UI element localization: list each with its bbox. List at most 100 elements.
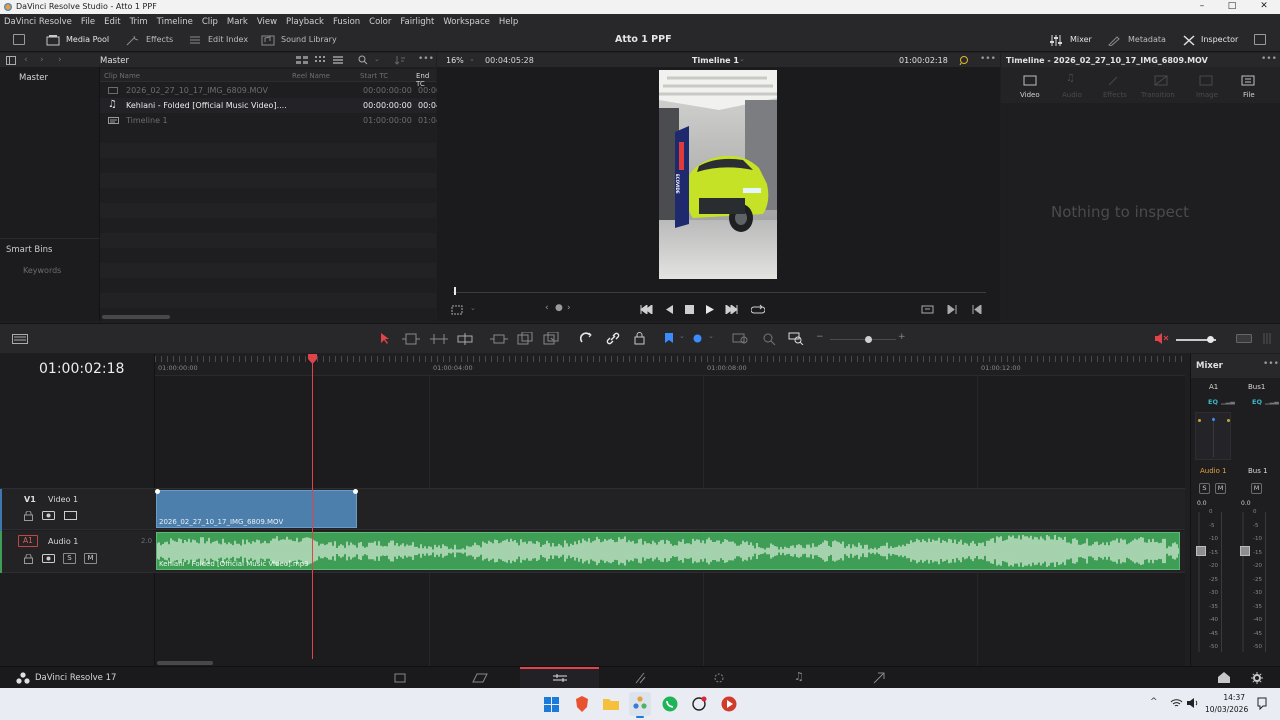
channel-fader-handle[interactable] xyxy=(1196,546,1206,556)
match-frame-icon[interactable] xyxy=(921,305,934,314)
mark-out-icon[interactable] xyxy=(947,305,957,314)
list-view-icon[interactable] xyxy=(333,56,343,65)
timeline-scrollbar[interactable] xyxy=(157,661,213,665)
sound-library-button[interactable]: Sound Library xyxy=(281,35,337,44)
mute-button[interactable]: M xyxy=(84,553,97,564)
maximize-button[interactable]: □ xyxy=(1222,1,1242,11)
home-icon[interactable] xyxy=(1218,672,1230,683)
inspector-button[interactable]: Inspector xyxy=(1201,35,1238,44)
chatgpt-icon[interactable] xyxy=(691,696,707,712)
play-reverse-icon[interactable] xyxy=(666,305,674,314)
clock-time[interactable]: 14:37 xyxy=(1207,693,1245,702)
frame-dot-icon[interactable]: ● xyxy=(555,303,563,313)
forward-arrow-icon[interactable]: › xyxy=(40,55,44,65)
eq-button[interactable]: EQ xyxy=(1208,398,1218,406)
clip-row[interactable]: 2026_02_27_10_17_IMG_6809.MOV 00:00:00:0… xyxy=(100,83,441,98)
menu-fusion[interactable]: Fusion xyxy=(333,17,360,27)
auto-track-select-icon[interactable] xyxy=(42,554,55,563)
settings-gear-icon[interactable] xyxy=(1251,672,1263,684)
video-clip[interactable]: 2026_02_27_10_17_IMG_6809.MOV xyxy=(155,489,358,528)
wifi-icon[interactable] xyxy=(1170,698,1183,708)
timeline-view-options-icon[interactable] xyxy=(12,334,28,344)
horizontal-scrollbar[interactable] xyxy=(102,315,170,319)
zoom-level[interactable]: 16% xyxy=(446,56,464,65)
sidebar-toggle-icon[interactable] xyxy=(6,56,16,65)
sort-icon[interactable] xyxy=(395,56,405,65)
zoom-full-icon[interactable] xyxy=(732,332,749,345)
insert-clip-icon[interactable] xyxy=(490,333,508,345)
mixer-channel-name[interactable]: Audio 1 xyxy=(1200,467,1227,475)
viewer-options-icon[interactable]: ••• xyxy=(980,54,996,64)
viewer-scrubber[interactable] xyxy=(453,292,986,293)
tab-image[interactable]: Image xyxy=(1196,91,1218,99)
back-arrow-icon[interactable]: ‹ xyxy=(24,55,28,65)
media-pool-button[interactable]: Media Pool xyxy=(66,35,109,44)
effects-button[interactable]: Effects xyxy=(146,35,173,44)
whatsapp-icon[interactable] xyxy=(662,696,678,712)
marker-icon[interactable] xyxy=(693,334,702,343)
edit-index-button[interactable]: Edit Index xyxy=(208,35,248,44)
audio-track-id[interactable]: A1 xyxy=(18,535,38,547)
timeline-zoom-slider[interactable] xyxy=(830,339,896,340)
tab-effects[interactable]: Effects xyxy=(1103,91,1127,99)
mark-in-icon[interactable] xyxy=(972,305,982,314)
menu-davinci-resolve[interactable]: DaVinci Resolve xyxy=(4,17,72,27)
tab-file[interactable]: File xyxy=(1243,91,1255,99)
audio-clip[interactable]: Kehlani - Folded [Official Music Video].… xyxy=(156,532,1180,570)
clip-row[interactable]: Timeline 1 01:00:00:00 01:04 xyxy=(100,113,441,128)
bin-keywords[interactable]: Keywords xyxy=(23,266,61,275)
play-icon[interactable] xyxy=(706,305,714,314)
zoom-dropdown-icon[interactable]: ⌄ xyxy=(469,55,475,63)
snapping-icon[interactable] xyxy=(580,332,593,345)
solo-button[interactable]: S xyxy=(63,553,76,564)
tab-audio[interactable]: Audio xyxy=(1062,91,1082,99)
trim-tool-icon[interactable] xyxy=(402,333,420,345)
position-lock-icon[interactable] xyxy=(634,332,645,345)
clock-date[interactable]: 10/03/2026 xyxy=(1205,705,1248,714)
brave-browser-icon[interactable] xyxy=(575,696,589,712)
menu-view[interactable]: View xyxy=(257,17,277,27)
safe-area-dropdown-icon[interactable]: ⌄ xyxy=(470,304,476,312)
track-lock-icon[interactable] xyxy=(24,511,33,521)
tray-chevron-icon[interactable]: ^ xyxy=(1150,697,1158,707)
selection-tool-icon[interactable] xyxy=(380,333,390,345)
windows-start-icon[interactable] xyxy=(544,697,559,712)
inspector-options-icon[interactable]: ••• xyxy=(1261,54,1277,64)
menu-color[interactable]: Color xyxy=(369,17,391,27)
pan-control[interactable] xyxy=(1195,412,1231,460)
menu-help[interactable]: Help xyxy=(499,17,518,27)
column-clip-name[interactable]: Clip Name xyxy=(104,72,140,80)
disable-video-track-icon[interactable] xyxy=(64,511,77,520)
menu-playback[interactable]: Playback xyxy=(286,17,324,27)
mixer-options-icon[interactable]: ••• xyxy=(1263,359,1279,369)
track-lock-icon[interactable] xyxy=(24,554,33,564)
go-to-end-icon[interactable] xyxy=(725,305,738,314)
davinci-taskbar-icon[interactable] xyxy=(633,696,647,710)
panel-toggle-icon[interactable] xyxy=(13,34,25,45)
menu-edit[interactable]: Edit xyxy=(104,17,120,27)
menu-file[interactable]: File xyxy=(81,17,95,27)
mixer-bus-name[interactable]: Bus 1 xyxy=(1248,467,1268,475)
menu-workspace[interactable]: Workspace xyxy=(443,17,489,27)
color-page-icon[interactable] xyxy=(713,672,725,684)
video-track-header[interactable]: V1 Video 1 xyxy=(0,488,155,531)
search-icon[interactable] xyxy=(358,55,368,65)
mixer-button[interactable]: Mixer xyxy=(1070,35,1092,44)
audio-track-header[interactable]: A1 Audio 1 2.0 S M xyxy=(0,531,155,573)
bus-mute-button[interactable]: M xyxy=(1251,483,1262,494)
mixer-mute-button[interactable]: M xyxy=(1215,483,1226,494)
more-options-icon[interactable]: ••• xyxy=(418,54,434,64)
cut-page-icon[interactable] xyxy=(472,673,488,683)
media-page-icon[interactable] xyxy=(394,673,406,683)
dim-button-icon[interactable] xyxy=(1236,334,1252,343)
column-reel-name[interactable]: Reel Name xyxy=(292,72,330,80)
zoom-out-icon[interactable]: − xyxy=(816,332,824,342)
prev-frame-arrow-icon[interactable]: ‹ xyxy=(545,303,549,313)
menu-trim[interactable]: Trim xyxy=(130,17,148,27)
overwrite-clip-icon[interactable] xyxy=(517,332,533,345)
video-track-name[interactable]: Video 1 xyxy=(48,495,78,504)
scrubber-playhead[interactable] xyxy=(454,287,456,295)
tab-transition[interactable]: Transition xyxy=(1141,91,1175,99)
clip-row[interactable]: ♫ Kehlani - Folded [Official Music Video… xyxy=(100,98,441,113)
marker-dropdown-icon[interactable]: ⌄ xyxy=(708,332,714,340)
